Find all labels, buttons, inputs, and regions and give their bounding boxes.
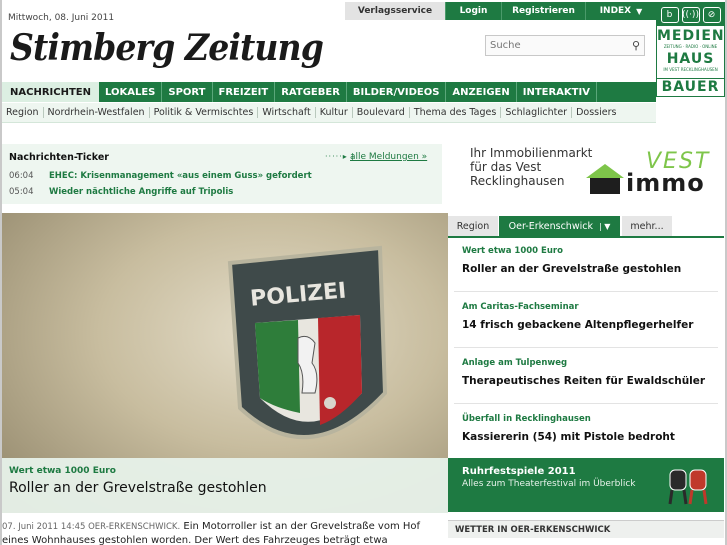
vest-immo-ad[interactable]: Ihr Immobilienmarkt für das Vest Recklin… [470, 146, 720, 208]
subnav-region[interactable]: Region [2, 107, 44, 118]
tab-oer-erkenschwick[interactable]: Oer-Erkenschwick | ▼ [498, 216, 620, 236]
ruhrfestspiele-promo[interactable]: Ruhrfestspiele 2011 Alles zum Theaterfes… [448, 458, 724, 512]
news-ticker: Nachrichten-Ticker ·····▸ | alle Meldung… [2, 144, 442, 204]
dropdown-arrow-icon[interactable]: | ▼ [599, 222, 610, 231]
ticker-headline[interactable]: Wieder nächtliche Angriffe auf Tripolis [49, 187, 233, 197]
search-icon[interactable]: ⚲ [632, 39, 640, 52]
nav-sport[interactable]: SPORT [162, 82, 213, 102]
article-teaser: 07. Juni 2011 14:45 OER-ERKENSCHWICK. Ei… [2, 520, 442, 545]
ticker-time: 05:04 [9, 187, 34, 197]
region-tabs: Region Oer-Erkenschwick | ▼ mehr... [448, 216, 724, 236]
media-icons: b ((·)) ⊘ [657, 3, 724, 26]
media-house-line3: BAUER [657, 78, 724, 96]
news-kicker: Überfall in Recklinghausen [462, 414, 591, 424]
media-house-logo[interactable]: b ((·)) ⊘ MEDIEN ZEITUNG · RADIO · ONLIN… [656, 2, 725, 97]
hero-title[interactable]: Roller an der Grevelstraße gestohlen [9, 480, 267, 496]
main-navigation: NACHRICHTEN LOKALES SPORT FREIZEIT RATGE… [2, 82, 656, 102]
tab-ort-label: Oer-Erkenschwick [508, 220, 593, 232]
subnav-boulevard[interactable]: Boulevard [353, 107, 410, 118]
immo-logo-text: immo [626, 169, 705, 197]
hero-caption: Wert etwa 1000 Euro Roller an der Grevel… [2, 458, 448, 513]
news-kicker: Anlage am Tulpenweg [462, 358, 568, 368]
news-headline[interactable]: Therapeutisches Reiten für Ewaldschüler [462, 375, 705, 387]
top-navigation: Verlagsservice Login Registrieren INDEX … [345, 2, 656, 20]
news-kicker: Wert etwa 1000 Euro [462, 246, 563, 256]
theater-chairs-icon [668, 469, 708, 505]
hero-kicker: Wert etwa 1000 Euro [9, 466, 116, 476]
all-news-link[interactable]: alle Meldungen » [350, 152, 427, 162]
nav-nachrichten[interactable]: NACHRICHTEN [2, 82, 99, 102]
nav-lokales[interactable]: LOKALES [99, 82, 163, 102]
news-item[interactable]: Anlage am Tulpenweg Therapeutisches Reit… [462, 358, 705, 387]
online-icon: ⊘ [702, 6, 721, 23]
divider [454, 291, 718, 292]
weather-widget-header: WETTER IN OER-ERKENSCHWICK [448, 520, 724, 538]
current-date: Mittwoch, 08. Juni 2011 [8, 13, 115, 23]
caret-down-icon: ▼ [636, 6, 643, 16]
nav-ratgeber[interactable]: RATGEBER [275, 82, 347, 102]
vest-immo-logo: VEST immo [586, 150, 716, 200]
subnav-kultur[interactable]: Kultur [316, 107, 353, 118]
subnav-thema[interactable]: Thema des Tages [410, 107, 502, 118]
index-label: INDEX [599, 6, 632, 16]
register-link[interactable]: Registrieren [501, 2, 585, 20]
media-house-line1: MEDIEN [657, 28, 725, 44]
ticker-time: 06:04 [9, 171, 34, 181]
subnav-politik[interactable]: Politik & Vermischtes [150, 107, 259, 118]
site-logo[interactable]: Stimberg Zeitung [10, 27, 324, 69]
divider [454, 403, 718, 404]
news-kicker: Am Caritas-Fachseminar [462, 302, 579, 312]
news-item[interactable]: Wert etwa 1000 Euro Roller an der Grevel… [462, 246, 681, 275]
media-house-small2: IM VEST RECKLINGHAUSEN [663, 67, 718, 72]
radio-icon: ((·)) [681, 6, 700, 23]
weather-title: WETTER IN OER-ERKENSCHWICK [455, 525, 611, 535]
search-box: ⚲ [485, 35, 645, 56]
ticker-row[interactable]: 05:04 Wieder nächtliche Angriffe auf Tri… [9, 187, 233, 197]
newspaper-icon: b [660, 6, 679, 23]
ticker-headline[interactable]: EHEC: Krisenmanagement «aus einem Guss» … [49, 171, 312, 181]
divider [454, 347, 718, 348]
subnav-wirtschaft[interactable]: Wirtschaft [258, 107, 316, 118]
ticker-title: Nachrichten-Ticker [9, 152, 109, 163]
news-headline[interactable]: Roller an der Grevelstraße gestohlen [462, 263, 681, 275]
search-input[interactable] [486, 36, 616, 55]
nav-freizeit[interactable]: FREIZEIT [213, 82, 276, 102]
news-item[interactable]: Am Caritas-Fachseminar 14 frisch gebacke… [462, 302, 693, 331]
police-badge-image: POLIZEI [227, 245, 388, 440]
news-headline[interactable]: Kassiererin (54) mit Pistole bedroht [462, 431, 675, 443]
tab-mehr[interactable]: mehr... [622, 216, 672, 236]
login-link[interactable]: Login [445, 2, 501, 20]
nav-bilder-videos[interactable]: BILDER/VIDEOS [347, 82, 447, 102]
local-news-list: Wert etwa 1000 Euro Roller an der Grevel… [448, 236, 724, 458]
ticker-row[interactable]: 06:04 EHEC: Krisenmanagement «aus einem … [9, 171, 312, 181]
nav-interaktiv[interactable]: INTERAKTIV [517, 82, 597, 102]
subnav-schlaglichter[interactable]: Schlaglichter [501, 107, 573, 118]
media-house-small1: ZEITUNG · RADIO · ONLINE [663, 44, 718, 49]
news-item[interactable]: Überfall in Recklinghausen Kassiererin (… [462, 414, 675, 443]
sub-navigation: Region Nordrhein-Westfalen Politik & Ver… [2, 103, 656, 123]
hero-article[interactable]: POLIZEI Wert etwa 1000 Euro Roller an de… [2, 213, 448, 513]
index-menu[interactable]: INDEX ▼ [585, 2, 656, 20]
tab-region[interactable]: Region [448, 216, 498, 236]
subnav-nrw[interactable]: Nordrhein-Westfalen [44, 107, 150, 118]
nav-anzeigen[interactable]: ANZEIGEN [446, 82, 517, 102]
promo-subtitle: Alles zum Theaterfestival im Überblick [462, 479, 636, 489]
verlagsservice-link[interactable]: Verlagsservice [345, 2, 445, 20]
house-icon [586, 164, 624, 194]
subnav-dossiers[interactable]: Dossiers [572, 107, 620, 118]
teaser-meta: 07. Juni 2011 14:45 OER-ERKENSCHWICK. [2, 522, 181, 532]
promo-title: Ruhrfestspiele 2011 [462, 466, 576, 477]
media-house-line2: HAUS [666, 51, 715, 67]
news-headline[interactable]: 14 frisch gebackene Altenpflegerhelfer [462, 319, 693, 331]
